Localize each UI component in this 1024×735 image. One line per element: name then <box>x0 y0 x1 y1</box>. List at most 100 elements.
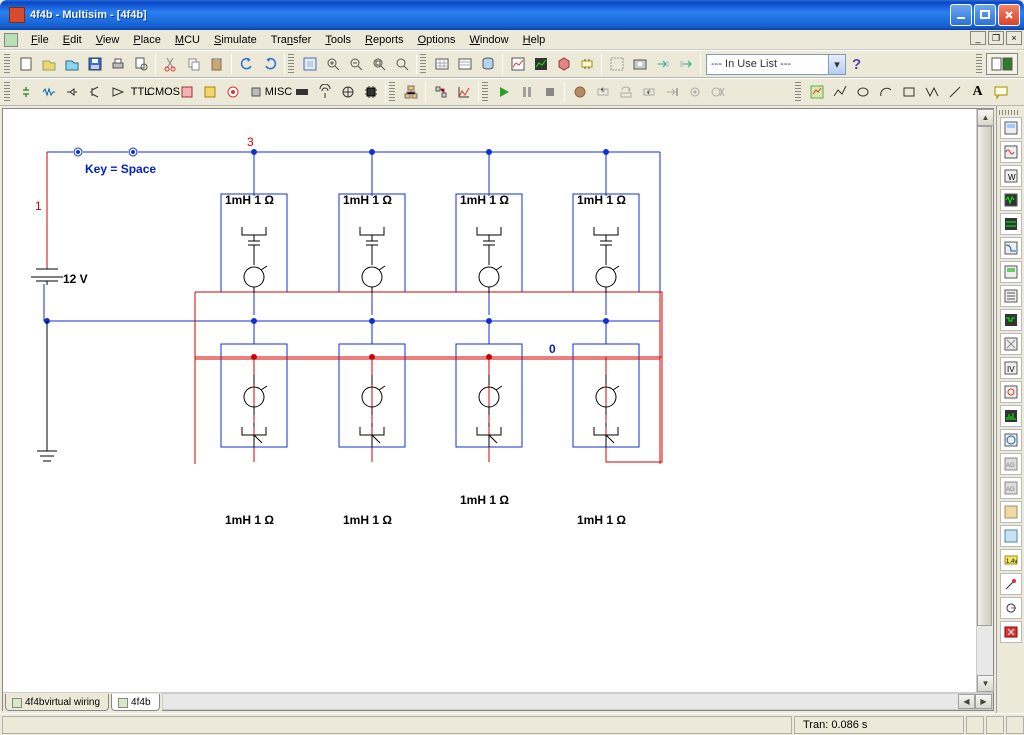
place-analog-button[interactable] <box>106 81 129 103</box>
window-close-button[interactable] <box>998 4 1020 26</box>
zoom-fit-button[interactable] <box>390 53 413 75</box>
zoom-out-button[interactable] <box>344 53 367 75</box>
database-button[interactable] <box>476 53 499 75</box>
scroll-up-arrow[interactable]: ▲ <box>977 109 994 126</box>
open-button[interactable] <box>37 53 60 75</box>
place-source-button[interactable] <box>14 81 37 103</box>
menu-window[interactable]: Window <box>462 32 515 48</box>
step-over-button[interactable] <box>614 81 637 103</box>
tab-4f4b[interactable]: 4f4b <box>111 694 159 711</box>
toolbar-grip[interactable] <box>4 54 10 74</box>
run-to-cursor-button[interactable] <box>660 81 683 103</box>
zoom-area-button[interactable] <box>367 53 390 75</box>
place-electromech-button[interactable] <box>336 81 359 103</box>
pause-button[interactable] <box>515 81 538 103</box>
menu-reports[interactable]: Reports <box>358 32 411 48</box>
menu-edit[interactable]: Edit <box>56 32 89 48</box>
arc-tool-button[interactable] <box>874 81 897 103</box>
mdi-close-button[interactable]: × <box>1006 31 1022 45</box>
help-button[interactable]: ? <box>852 56 861 73</box>
toolbar-grip[interactable] <box>999 110 1019 115</box>
print-button[interactable] <box>106 53 129 75</box>
toolbar-grip[interactable] <box>389 82 395 102</box>
mdi-minimize-button[interactable]: _ <box>970 31 986 45</box>
toggle-breakpoint-button[interactable] <box>683 81 706 103</box>
elvis-button[interactable] <box>1000 621 1022 643</box>
scroll-thumb[interactable] <box>977 126 992 626</box>
text-tool-button[interactable]: A <box>966 81 989 103</box>
place-advanced-button[interactable] <box>290 81 313 103</box>
analysis-button[interactable] <box>552 53 575 75</box>
place-mcu-button[interactable] <box>359 81 382 103</box>
menu-transfer[interactable]: Transfer <box>264 32 319 48</box>
tek-scope-button[interactable] <box>1000 525 1022 547</box>
menu-view[interactable]: View <box>89 32 127 48</box>
menu-help[interactable]: Help <box>516 32 553 48</box>
agilent-fgen-button[interactable]: AG <box>1000 453 1022 475</box>
window-minimize-button[interactable] <box>950 4 972 26</box>
multimeter-button[interactable] <box>1000 117 1022 139</box>
capture-button[interactable] <box>628 53 651 75</box>
pause-at-button[interactable] <box>568 81 591 103</box>
place-cmos-button[interactable]: CMOS <box>152 81 175 103</box>
menu-mcu[interactable]: MCU <box>168 32 207 48</box>
schematic-canvas[interactable]: Key = Space 1 3 0 12 V 1mH 1 Ω 1mH 1 Ω 1… <box>3 109 976 692</box>
grapher-button[interactable] <box>506 53 529 75</box>
place-junction-button[interactable] <box>452 81 475 103</box>
in-use-list-dropdown[interactable]: --- In Use List --- ▾ <box>706 54 846 75</box>
scroll-right-arrow[interactable]: ▶ <box>975 694 992 709</box>
remove-breakpoints-button[interactable] <box>706 81 729 103</box>
measurement-probe-button[interactable] <box>1000 573 1022 595</box>
open-example-button[interactable] <box>60 53 83 75</box>
logic-analyzer-button[interactable] <box>1000 309 1022 331</box>
four-channel-scope-button[interactable] <box>1000 213 1022 235</box>
bode-plotter-button[interactable] <box>1000 237 1022 259</box>
place-misc-digital-button[interactable] <box>175 81 198 103</box>
current-probe-button[interactable] <box>1000 597 1022 619</box>
component-wizard-button[interactable] <box>575 53 598 75</box>
labview-instrument-button[interactable]: 1.4v <box>1000 549 1022 571</box>
step-out-button[interactable] <box>637 81 660 103</box>
place-misc-button[interactable]: MISC <box>267 81 290 103</box>
oscilloscope-button[interactable] <box>1000 189 1022 211</box>
place-rf-button[interactable] <box>313 81 336 103</box>
spectrum-analyzer-button[interactable] <box>1000 405 1022 427</box>
toolbar-grip[interactable] <box>482 82 488 102</box>
wattmeter-button[interactable]: W <box>1000 165 1022 187</box>
electrical-rules-button[interactable] <box>605 53 628 75</box>
mdi-restore-button[interactable]: ❐ <box>988 31 1004 45</box>
place-basic-button[interactable] <box>37 81 60 103</box>
place-bus-button[interactable] <box>429 81 452 103</box>
ellipse-tool-button[interactable] <box>851 81 874 103</box>
word-generator-button[interactable] <box>1000 285 1022 307</box>
place-hierarchical-button[interactable] <box>399 81 422 103</box>
polyline-tool-button[interactable] <box>828 81 851 103</box>
toolbar-grip[interactable] <box>976 54 982 74</box>
graphic-tool-button[interactable] <box>805 81 828 103</box>
scroll-down-arrow[interactable]: ▼ <box>977 675 994 692</box>
place-power-button[interactable] <box>244 81 267 103</box>
place-mixed-button[interactable] <box>198 81 221 103</box>
stop-button[interactable] <box>538 81 561 103</box>
window-maximize-button[interactable] <box>974 4 996 26</box>
vertical-scrollbar[interactable]: ▲ ▼ <box>976 109 993 692</box>
toolbar-grip[interactable] <box>288 54 294 74</box>
spreadsheet-button[interactable] <box>430 53 453 75</box>
place-transistor-button[interactable] <box>83 81 106 103</box>
full-screen-button[interactable] <box>298 53 321 75</box>
scroll-left-arrow[interactable]: ◀ <box>958 694 975 709</box>
print-preview-button[interactable] <box>129 53 152 75</box>
frequency-counter-button[interactable] <box>1000 261 1022 283</box>
iv-analyzer-button[interactable]: IV <box>1000 357 1022 379</box>
menu-options[interactable]: Options <box>411 32 463 48</box>
menu-file[interactable]: File <box>24 32 56 48</box>
menu-tools[interactable]: Tools <box>318 32 358 48</box>
netlist-button[interactable] <box>453 53 476 75</box>
redo-button[interactable] <box>258 53 281 75</box>
toolbar-grip[interactable] <box>4 82 10 102</box>
back-annotate-button[interactable] <box>651 53 674 75</box>
network-analyzer-button[interactable] <box>1000 429 1022 451</box>
place-diode-button[interactable] <box>60 81 83 103</box>
line-tool-button[interactable] <box>943 81 966 103</box>
new-button[interactable] <box>14 53 37 75</box>
